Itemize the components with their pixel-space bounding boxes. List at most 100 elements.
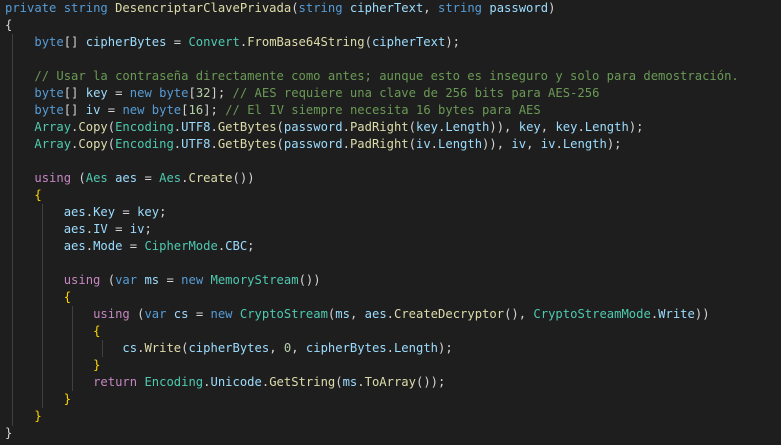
token-punct: );: [606, 137, 622, 151]
code-line[interactable]: }: [5, 357, 739, 374]
token-method: Write: [144, 341, 182, 355]
token-variable: UTF8: [181, 120, 211, 134]
token-variable: key: [137, 205, 160, 219]
token-variable: cipherBytes: [188, 341, 270, 355]
token-punct: [5, 35, 34, 49]
token-variable: key: [415, 120, 438, 134]
token-punct: [5, 205, 64, 219]
code-content[interactable]: private string DesencriptarClavePrivada(…: [5, 0, 739, 442]
token-variable: aes: [364, 307, 387, 321]
code-line[interactable]: ​: [5, 255, 739, 272]
code-line[interactable]: ​: [5, 51, 739, 68]
token-punct: .: [386, 307, 394, 321]
token-punct: .: [210, 137, 218, 151]
token-punct: =: [107, 222, 130, 236]
token-brace: }: [63, 392, 72, 406]
code-line[interactable]: cs.Write(cipherBytes, 0, cipherBytes.Len…: [5, 340, 739, 357]
token-punct: ());: [416, 375, 446, 389]
token-variable: cipherText: [371, 35, 446, 49]
token-type: Encoding: [115, 137, 174, 151]
code-line[interactable]: return Encoding.Unicode.GetString(ms.ToA…: [5, 374, 739, 391]
token-punct: [166, 307, 173, 321]
code-line[interactable]: }: [5, 391, 739, 408]
token-type: MemoryStream: [210, 273, 299, 287]
code-line[interactable]: byte[] iv = new byte[16]; // El IV siemp…: [5, 102, 739, 119]
token-punct: =: [115, 205, 138, 219]
token-variable: Length: [438, 137, 483, 151]
token-punct: ()): [298, 273, 321, 287]
token-punct: ;: [159, 205, 167, 219]
token-punct: (: [364, 35, 372, 49]
token-punct: []: [63, 103, 86, 117]
code-editor[interactable]: private string DesencriptarClavePrivada(…: [0, 0, 781, 445]
code-line[interactable]: private string DesencriptarClavePrivada(…: [5, 0, 739, 17]
token-punct: .: [577, 120, 585, 134]
token-punct: [203, 273, 210, 287]
token-punct: [: [181, 103, 189, 117]
code-line[interactable]: aes.IV = iv;: [5, 221, 739, 238]
token-punct: (: [100, 273, 116, 287]
code-line[interactable]: {: [5, 17, 739, 34]
token-punct: [5, 103, 34, 117]
code-line[interactable]: {: [5, 323, 739, 340]
token-punct: .: [357, 375, 365, 389]
token-type: Encoding: [115, 120, 174, 134]
token-method: PadRight: [349, 137, 409, 151]
token-type: Convert: [188, 35, 240, 49]
code-line[interactable]: byte[] cipherBytes = Convert.FromBase64S…: [5, 34, 739, 51]
token-punct: [5, 273, 64, 287]
token-punct: [343, 1, 350, 15]
token-method: Copy: [78, 137, 108, 151]
code-line[interactable]: Array.Copy(Encoding.UTF8.GetBytes(passwo…: [5, 136, 739, 153]
token-punct: }: [5, 426, 13, 440]
token-punct: ): [548, 1, 556, 15]
token-keyword: byte: [34, 86, 64, 100]
token-punct: [5, 375, 93, 389]
token-keyword: byte: [34, 35, 64, 49]
token-control: using: [63, 273, 101, 287]
token-punct: (: [408, 120, 416, 134]
token-control: using: [34, 171, 72, 185]
code-line[interactable]: aes.Mode = CipherMode.CBC;: [5, 238, 739, 255]
token-punct: .: [386, 341, 394, 355]
token-punct: [5, 392, 64, 406]
code-line[interactable]: using (var ms = new MemoryStream()): [5, 272, 739, 289]
code-line[interactable]: using (Aes aes = Aes.Create()): [5, 170, 739, 187]
token-punct: .: [342, 120, 350, 134]
token-punct: =: [166, 35, 189, 49]
code-line[interactable]: byte[] key = new byte[32]; // AES requie…: [5, 85, 739, 102]
token-number: 16: [188, 103, 204, 117]
token-type: Array: [34, 120, 72, 134]
token-variable: Key: [93, 205, 116, 219]
code-line[interactable]: // Usar la contraseña directamente como …: [5, 68, 738, 85]
token-keyword: string: [437, 1, 483, 15]
token-punct: (: [71, 171, 86, 185]
token-punct: (: [107, 120, 116, 134]
token-method: GetBytes: [217, 120, 277, 134]
token-variable: Mode: [93, 239, 123, 253]
token-variable: UTF8: [181, 137, 211, 151]
token-variable: Length: [445, 120, 490, 134]
code-line[interactable]: {: [5, 289, 739, 306]
token-variable: cipherBytes: [85, 35, 167, 49]
code-line[interactable]: aes.Key = key;: [5, 204, 739, 221]
token-punct: [108, 171, 115, 185]
token-punct: [5, 171, 34, 185]
token-variable: key: [518, 120, 541, 134]
token-variable: cs: [173, 307, 189, 321]
token-punct: ;: [144, 222, 152, 236]
token-punct: .: [85, 239, 94, 253]
code-line[interactable]: }: [5, 425, 739, 442]
code-line[interactable]: }: [5, 408, 739, 425]
token-punct: (: [335, 375, 343, 389]
code-line[interactable]: ​: [5, 153, 739, 170]
code-line[interactable]: Array.Copy(Encoding.UTF8.GetBytes(passwo…: [5, 119, 739, 136]
token-punct: (: [291, 1, 299, 15]
token-comment: // El IV siempre necesita 16 bytes para …: [225, 103, 541, 117]
token-control: return: [93, 375, 138, 389]
token-punct: .: [342, 137, 350, 151]
token-type: Encoding: [144, 375, 204, 389]
code-line[interactable]: {: [5, 187, 739, 204]
token-punct: ,: [291, 341, 306, 355]
code-line[interactable]: using (var cs = new CryptoStream(ms, aes…: [5, 306, 739, 323]
